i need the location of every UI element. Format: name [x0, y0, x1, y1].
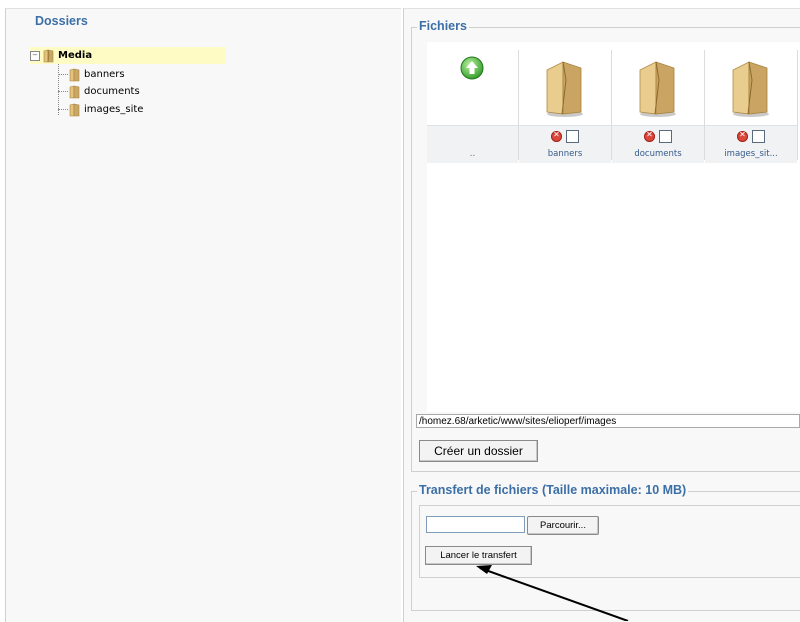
tree-connector	[58, 109, 68, 110]
select-checkbox[interactable]	[566, 130, 579, 143]
delete-icon[interactable]	[644, 130, 655, 142]
tree-node-label: banners	[84, 69, 125, 80]
create-folder-button[interactable]: Créer un dossier	[419, 440, 538, 462]
current-path-field: /homez.68/arketic/www/sites/elioperf/ima…	[416, 414, 800, 428]
folder-name[interactable]: banners	[519, 149, 611, 159]
parent-folder-label: ..	[469, 149, 476, 159]
tree-node-banners[interactable]: banners	[68, 66, 125, 83]
folder-icon	[69, 85, 80, 98]
delete-icon[interactable]	[737, 130, 748, 142]
tree-connector	[58, 61, 59, 115]
item-actions	[612, 130, 704, 143]
select-checkbox[interactable]	[659, 130, 672, 143]
tree-connector	[58, 74, 68, 75]
parent-folder-cell[interactable]: ..	[427, 50, 519, 163]
cell-footer: ..	[427, 125, 518, 163]
upload-submit-button[interactable]: Lancer le transfert	[425, 546, 532, 565]
browse-button[interactable]: Parcourir...	[527, 516, 599, 535]
folder-item[interactable]: banners	[519, 50, 612, 163]
tree-node-label: documents	[84, 86, 140, 97]
item-actions	[519, 130, 611, 143]
tree-node-label: Media	[58, 50, 93, 61]
select-checkbox[interactable]	[752, 130, 765, 143]
folder-name[interactable]: images_sit...	[705, 149, 797, 159]
folder-item[interactable]: documents	[612, 50, 705, 163]
folder-icon[interactable]	[729, 58, 771, 118]
folder-icon	[69, 103, 80, 116]
file-browser: .. banners	[427, 42, 800, 412]
tree-connector	[58, 91, 68, 92]
file-path-input[interactable]	[426, 516, 525, 533]
folders-panel	[5, 8, 401, 622]
item-actions	[705, 130, 797, 143]
folder-icon	[43, 49, 54, 62]
tree-node-label: images_site	[84, 104, 144, 115]
cell-footer: images_sit...	[705, 125, 797, 163]
delete-icon[interactable]	[551, 130, 562, 142]
cell-footer: banners	[519, 125, 611, 163]
files-panel-title: Fichiers	[417, 19, 469, 33]
collapse-icon[interactable]: −	[30, 50, 40, 61]
folder-icon[interactable]	[636, 58, 678, 118]
folder-icon	[69, 68, 80, 81]
tree-node-media[interactable]: − Media	[30, 47, 226, 64]
folder-icon[interactable]	[543, 58, 585, 118]
folder-name[interactable]: documents	[612, 149, 704, 159]
upload-panel-title: Transfert de fichiers (Taille maximale: …	[417, 483, 689, 497]
folder-item[interactable]: images_sit...	[705, 50, 798, 163]
folders-panel-title: Dossiers	[33, 14, 90, 28]
cell-footer: documents	[612, 125, 704, 163]
tree-node-images-site[interactable]: images_site	[68, 101, 143, 118]
tree-node-documents[interactable]: documents	[68, 83, 140, 100]
up-arrow-icon[interactable]	[460, 56, 484, 80]
